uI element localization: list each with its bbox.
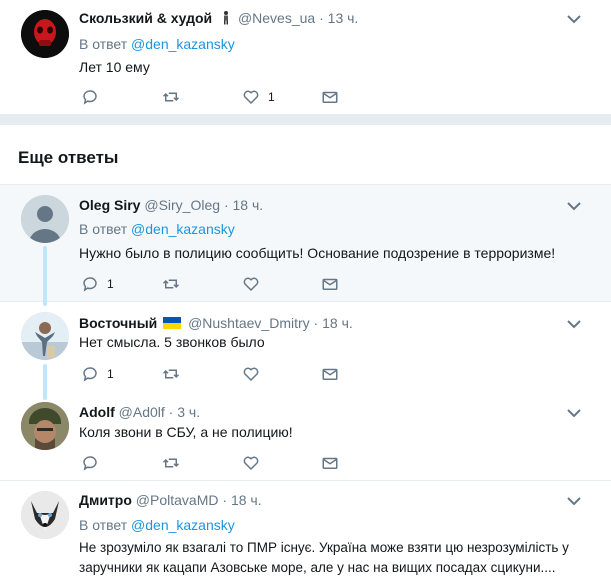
retweet-icon	[162, 369, 180, 379]
reply-to-link[interactable]: @den_kazansky	[131, 517, 235, 533]
reply-context: В ответ @den_kazansky	[79, 516, 235, 534]
retweet-button[interactable]	[162, 365, 180, 383]
retweet-button[interactable]	[162, 275, 180, 293]
dm-icon	[322, 278, 338, 290]
chevron-down-icon[interactable]	[567, 319, 581, 329]
reply-button[interactable]	[81, 454, 99, 472]
author-handle[interactable]: @Neves_ua	[238, 10, 315, 26]
like-icon	[243, 367, 259, 381]
section-gap	[0, 115, 611, 125]
tweet-dmytro[interactable]: Дмитро @PoltavaMD · 18 ч. В ответ @den_k…	[0, 481, 611, 588]
tweet-neves[interactable]: Скользкий & худой @Neves_ua · 13 ч. В от…	[0, 0, 611, 115]
tweet-actions: 1	[79, 275, 379, 295]
reply-button[interactable]: 1	[81, 365, 114, 383]
section-title: Еще ответы	[18, 148, 119, 167]
tweet-actions: 1	[79, 88, 379, 108]
separator-dot: ·	[313, 315, 323, 331]
avatar-photo-person	[21, 312, 69, 360]
avatar[interactable]	[21, 491, 69, 539]
avatar[interactable]	[21, 195, 69, 243]
stickman-icon	[222, 11, 230, 29]
dm-button[interactable]	[321, 275, 339, 293]
reply-context: В ответ @den_kazansky	[79, 35, 235, 53]
reply-button[interactable]	[81, 88, 99, 106]
tweet-time[interactable]: 18 ч.	[233, 197, 264, 213]
like-button[interactable]	[242, 275, 260, 293]
tweet-vostochny[interactable]: Восточный @Nushtaev_Dmitry · 18 ч. Нет с…	[0, 302, 611, 392]
avatar-red-skull-image	[21, 10, 69, 58]
reply-icon	[83, 456, 97, 471]
ukraine-flag-icon	[163, 315, 182, 329]
reply-prefix: В ответ	[79, 36, 128, 52]
reply-count: 1	[107, 277, 114, 291]
reply-icon	[83, 277, 97, 292]
tweet-text: Нет смысла. 5 звонков было	[79, 334, 265, 350]
like-count: 1	[268, 90, 275, 104]
dm-icon	[322, 457, 338, 469]
avatar[interactable]	[21, 312, 69, 360]
tweet-time[interactable]: 18 ч.	[322, 315, 353, 331]
chevron-down-icon[interactable]	[567, 201, 581, 211]
avatar-photo-soldier	[21, 402, 69, 450]
author-handle[interactable]: @Ad0lf	[119, 404, 165, 420]
dm-icon	[322, 368, 338, 380]
tweet-actions: 1	[79, 365, 379, 385]
tweet-oleg[interactable]: Oleg Siry @Siry_Oleg · 18 ч. В ответ @de…	[0, 185, 611, 302]
author-handle[interactable]: @Nushtaev_Dmitry	[188, 315, 310, 331]
reply-prefix: В ответ	[79, 221, 128, 237]
chevron-down-icon[interactable]	[567, 14, 581, 24]
author-handle[interactable]: @Siry_Oleg	[144, 197, 220, 213]
tweet-time[interactable]: 18 ч.	[231, 492, 262, 508]
separator-dot: ·	[319, 10, 328, 26]
tweet-time[interactable]: 3 ч.	[177, 404, 200, 420]
author-name[interactable]: Adolf	[79, 404, 115, 420]
retweet-icon	[162, 458, 180, 468]
avatar[interactable]	[21, 402, 69, 450]
tweet-text: Нужно было в полицию сообщить! Основание…	[79, 245, 556, 261]
retweet-icon	[162, 92, 180, 102]
retweet-button[interactable]	[162, 454, 180, 472]
reply-to-link[interactable]: @den_kazansky	[131, 221, 235, 237]
dm-button[interactable]	[321, 365, 339, 383]
like-button[interactable]: 1	[242, 88, 275, 106]
chevron-down-icon[interactable]	[567, 408, 581, 418]
tweet-actions	[79, 454, 379, 474]
avatar[interactable]	[21, 10, 69, 58]
like-icon	[243, 90, 259, 104]
reply-count: 1	[107, 367, 114, 381]
retweet-icon	[162, 279, 180, 289]
tweet-text: Лет 10 ему	[79, 59, 150, 75]
tweet-adolf[interactable]: Adolf @Ad0lf · 3 ч. Коля звони в СБУ, а …	[0, 392, 611, 481]
default-avatar-image	[21, 195, 69, 243]
tweet-text: Коля звони в СБУ, а не полицию!	[79, 424, 293, 440]
thread-line	[43, 246, 47, 306]
reply-button[interactable]: 1	[81, 275, 114, 293]
reply-icon	[83, 90, 97, 105]
separator-dot: ·	[222, 492, 231, 508]
dm-button[interactable]	[321, 88, 339, 106]
tweet-time[interactable]: 13 ч.	[328, 10, 359, 26]
separator-dot: ·	[168, 404, 178, 420]
chevron-down-icon[interactable]	[567, 496, 581, 506]
like-button[interactable]	[242, 454, 260, 472]
author-name[interactable]: Oleg Siry	[79, 197, 140, 213]
dm-button[interactable]	[321, 454, 339, 472]
author-handle[interactable]: @PoltavaMD	[136, 492, 219, 508]
reply-prefix: В ответ	[79, 517, 128, 533]
dm-icon	[322, 91, 338, 103]
reply-to-link[interactable]: @den_kazansky	[131, 36, 235, 52]
tweet-text: Не зрозуміло як взагалі то ПМР існує. Ук…	[79, 540, 569, 575]
like-icon	[243, 277, 259, 291]
like-icon	[243, 456, 259, 470]
avatar-husky-image	[21, 491, 69, 539]
retweet-button[interactable]	[162, 88, 180, 106]
like-button[interactable]	[242, 365, 260, 383]
author-name[interactable]: Скользкий & худой	[79, 10, 212, 26]
reply-context: В ответ @den_kazansky	[79, 220, 235, 238]
author-name[interactable]: Дмитро	[79, 492, 132, 508]
author-name[interactable]: Восточный	[79, 315, 157, 331]
separator-dot: ·	[223, 197, 233, 213]
reply-icon	[83, 367, 97, 382]
